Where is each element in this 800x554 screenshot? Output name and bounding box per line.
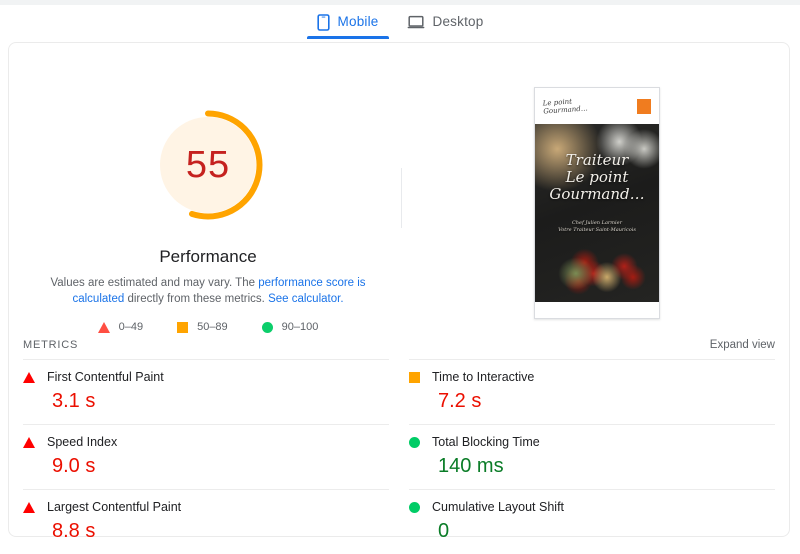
hamburger-menu-icon [637, 98, 651, 114]
green-circle-icon [409, 436, 420, 448]
score-description: Values are estimated and may vary. The p… [23, 275, 393, 307]
thumbnail-hero-line3: Gourmand… [549, 185, 645, 203]
orange-square-icon [409, 371, 420, 383]
metric-label: Cumulative Layout Shift [432, 500, 565, 514]
thumbnail-hero-subtitle: Chef Julien Larmier Votre Traiteur Saint… [535, 220, 659, 234]
thumbnail-site-header: Le point Gourmand… [535, 88, 659, 124]
desktop-laptop-icon [407, 15, 425, 30]
metric-value: 140 ms [438, 455, 504, 477]
metric-value: 9.0 s [52, 455, 96, 477]
thumbnail-site-logo: Le point Gourmand… [542, 96, 588, 116]
mobile-phone-icon [316, 13, 330, 31]
metric-row[interactable]: Largest Contentful Paint 8.8 s [23, 489, 389, 554]
metric-row[interactable]: Total Blocking Time 140 ms [409, 424, 775, 489]
performance-gauge: 55 [149, 106, 267, 224]
thumbnail-hero-line1: Traiteur [565, 151, 629, 169]
thumbnail-hero-title: Traiteur Le point Gourmand… [535, 152, 659, 203]
metric-label: First Contentful Paint [47, 370, 164, 384]
device-tab-bar: Mobile Desktop [0, 5, 800, 42]
red-triangle-icon [23, 501, 35, 513]
metric-value: 0 [438, 520, 450, 542]
thumbnail-logo-line2: Gourmand… [543, 104, 588, 116]
report-card: 55 Performance Values are estimated and … [8, 42, 790, 542]
metrics-title: METRICS [23, 339, 79, 351]
green-circle-icon [409, 501, 420, 513]
tab-desktop[interactable]: Desktop [393, 5, 498, 39]
metric-row[interactable]: Cumulative Layout Shift 0 [409, 489, 775, 554]
score-description-part2: directly from these metrics. [124, 293, 269, 305]
performance-category-label: Performance [159, 247, 257, 266]
metric-row[interactable]: Time to Interactive 7.2 s [409, 359, 775, 424]
metric-row[interactable]: Speed Index 9.0 s [23, 424, 389, 489]
metrics-column-left: First Contentful Paint 3.1 s Speed Index… [23, 359, 389, 554]
red-triangle-icon [23, 371, 35, 383]
score-section: 55 Performance Values are estimated and … [9, 43, 789, 333]
tab-mobile-label: Mobile [337, 14, 379, 30]
expand-view-button[interactable]: Expand view [710, 339, 775, 351]
tab-desktop-label: Desktop [432, 14, 484, 30]
screenshot-column: Le point Gourmand… Traiteur Le point Gou… [405, 43, 789, 331]
metric-label: Largest Contentful Paint [47, 500, 182, 514]
thumbnail-hero-line2: Le point [565, 168, 629, 186]
tab-mobile[interactable]: Mobile [303, 5, 393, 39]
section-divider [401, 168, 402, 228]
metric-label: Time to Interactive [432, 370, 535, 384]
metrics-column-right: Time to Interactive 7.2 s Total Blocking… [409, 359, 775, 554]
metric-label: Speed Index [47, 435, 118, 449]
tab-active-underline [306, 36, 389, 39]
thumbnail-hero-sub1: Chef Julien Larmier [571, 220, 623, 226]
metric-row[interactable]: First Contentful Paint 3.1 s [23, 359, 389, 424]
metric-label: Total Blocking Time [432, 435, 540, 449]
metrics-grid: First Contentful Paint 3.1 s Speed Index… [9, 359, 789, 554]
red-triangle-icon [23, 436, 35, 448]
thumbnail-hero-sub2: Votre Traiteur Saint-Mauricois [558, 227, 636, 233]
page-screenshot-thumbnail: Le point Gourmand… Traiteur Le point Gou… [534, 87, 660, 319]
performance-score-value: 55 [185, 143, 231, 186]
thumbnail-hero-image: Traiteur Le point Gourmand… Chef Julien … [535, 124, 659, 302]
metrics-header: METRICS Expand view [9, 331, 789, 359]
score-column: 55 Performance Values are estimated and … [9, 43, 407, 333]
metric-value: 7.2 s [438, 390, 482, 412]
metric-value: 8.8 s [52, 520, 96, 542]
score-description-part1: Values are estimated and may vary. The [50, 277, 259, 289]
see-calculator-link[interactable]: See calculator. [268, 293, 343, 305]
metric-value: 3.1 s [52, 390, 96, 412]
